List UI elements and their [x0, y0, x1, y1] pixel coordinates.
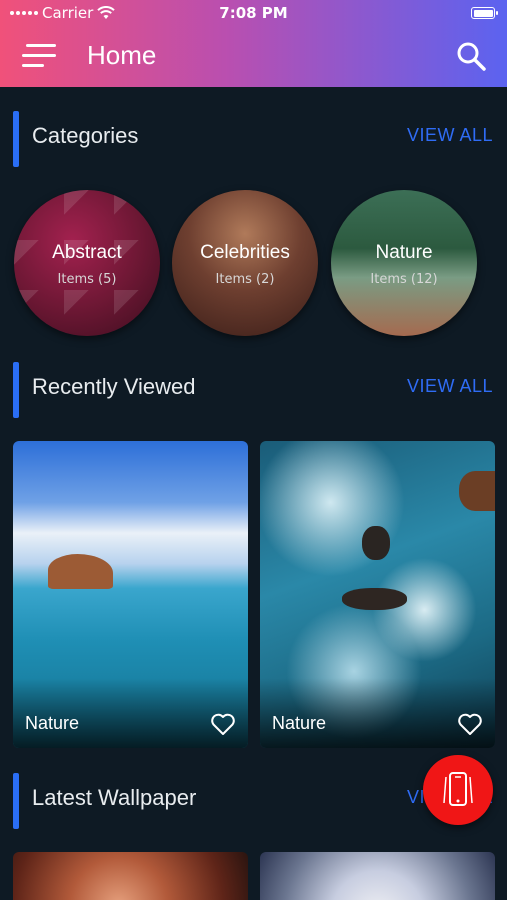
battery-icon	[471, 7, 498, 19]
category-count: Items (12)	[370, 272, 438, 287]
wallpaper-card[interactable]: Nature	[13, 441, 248, 748]
category-nature[interactable]: Nature Items (12)	[331, 190, 477, 336]
wallpaper-card[interactable]	[260, 852, 495, 900]
categories-title: Categories	[32, 123, 139, 148]
page-title: Home	[87, 40, 157, 70]
categories-header: Categories VIEW ALL	[0, 111, 507, 167]
recently-viewed-header: Recently Viewed VIEW ALL	[0, 362, 507, 418]
heart-icon[interactable]	[210, 712, 236, 736]
section-accent-bar	[13, 111, 19, 167]
category-name: Nature	[375, 242, 433, 263]
menu-icon[interactable]	[22, 44, 56, 68]
search-icon[interactable]	[455, 40, 487, 72]
heart-icon[interactable]	[457, 712, 483, 736]
recently-viewed-title: Recently Viewed	[32, 374, 196, 399]
wallpaper-card[interactable]: Nature	[260, 441, 495, 748]
section-accent-bar	[13, 773, 19, 829]
wallpaper-image	[48, 554, 113, 589]
phone-rotate-icon	[443, 772, 473, 806]
latest-wallpaper-title: Latest Wallpaper	[32, 785, 197, 810]
category-name: Celebrities	[200, 242, 290, 263]
wallpaper-category-label: Nature	[272, 713, 327, 733]
set-wallpaper-fab[interactable]	[423, 755, 493, 825]
status-time: 7:08 PM	[219, 4, 288, 22]
categories-view-all-button[interactable]: VIEW ALL	[407, 125, 493, 146]
wallpaper-category-label: Nature	[25, 713, 80, 733]
category-count: Items (2)	[215, 272, 275, 287]
category-count: Items (5)	[57, 272, 117, 287]
recently-viewed-view-all-button[interactable]: VIEW ALL	[407, 376, 493, 397]
category-name: Abstract	[52, 242, 122, 263]
category-abstract[interactable]: Abstract Items (5)	[14, 190, 160, 336]
wallpaper-card[interactable]	[13, 852, 248, 900]
category-celebrities[interactable]: Celebrities Items (2)	[172, 190, 318, 336]
status-bar: Carrier 7:08 PM	[0, 0, 507, 28]
section-accent-bar	[13, 362, 19, 418]
app-header: Carrier 7:08 PM Home	[0, 0, 507, 87]
